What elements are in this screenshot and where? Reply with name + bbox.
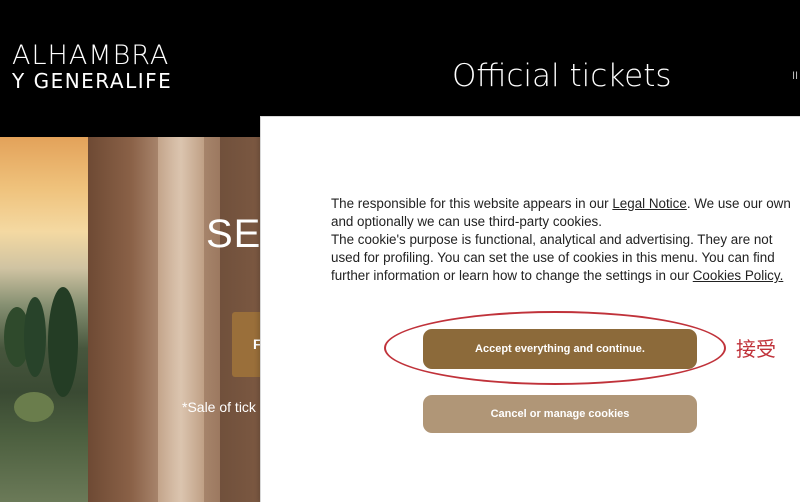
hero-heading: SE [206,212,262,256]
hero-sale-note: *Sale of tick [182,399,256,415]
logo-line-2: Y GENERALIFE [12,69,173,93]
legal-notice-link[interactable]: Legal Notice [612,196,686,211]
hero-landscape-image [0,137,90,502]
cookie-text-intro: The responsible for this website appears… [331,196,613,211]
site-logo[interactable]: ALHAMBRA Y GENERALIFE [12,42,172,91]
accept-all-cookies-button[interactable]: Accept everything and continue. [423,329,697,369]
manage-cookies-button[interactable]: Cancel or manage cookies [423,395,697,433]
cookies-policy-link[interactable]: Cookies Policy. [693,268,784,283]
cookie-consent-dialog: The responsible for this website appears… [260,116,800,502]
language-selector-partial[interactable]: II [792,70,798,82]
cookie-description: The responsible for this website appears… [331,195,791,285]
logo-line-1: ALHAMBRA [12,40,170,71]
page-title: Official tickets [452,58,672,94]
annotation-label: 接受 [736,337,776,361]
